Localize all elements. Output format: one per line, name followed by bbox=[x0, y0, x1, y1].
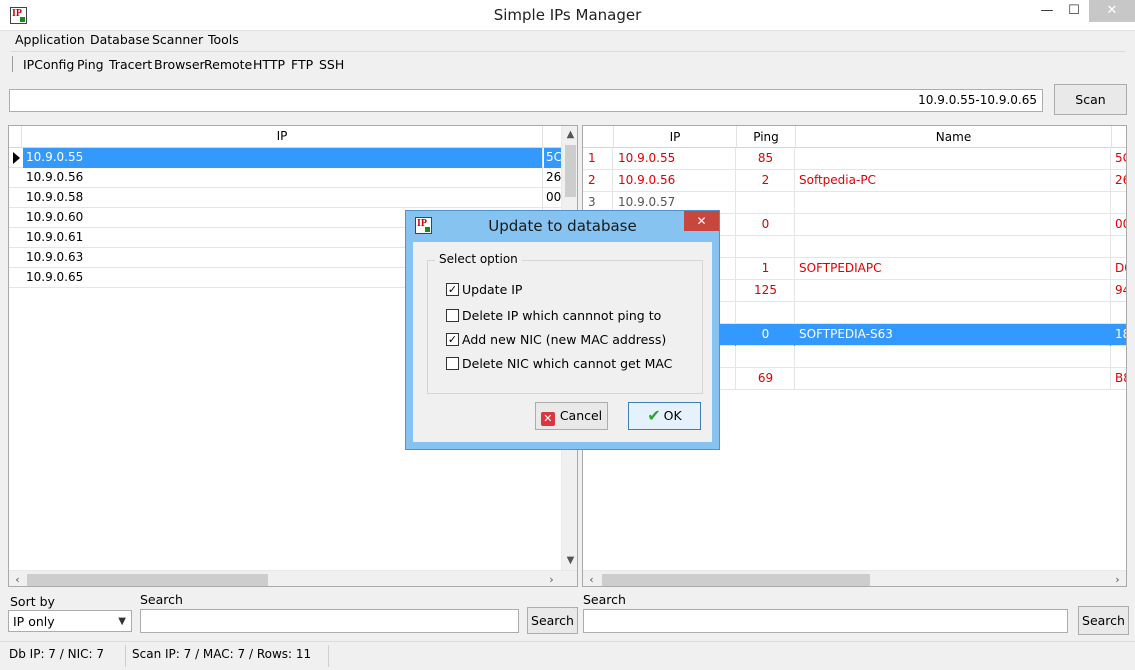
tool-ipconfig[interactable]: IPConfig bbox=[23, 57, 74, 72]
column-header-ping[interactable]: Ping bbox=[737, 126, 796, 148]
chevron-down-icon: ▼ bbox=[118, 616, 126, 627]
scroll-thumb[interactable] bbox=[27, 574, 268, 586]
search-label-right: Search bbox=[583, 592, 626, 607]
menu-database[interactable]: Database bbox=[90, 32, 150, 47]
minimize-button[interactable]: — bbox=[1033, 0, 1061, 24]
column-header-ip[interactable]: IP bbox=[614, 126, 737, 148]
menu-tools[interactable]: Tools bbox=[208, 32, 239, 47]
grid-header: IP Ping Name bbox=[583, 126, 1126, 148]
maximize-button[interactable]: ☐ bbox=[1060, 0, 1088, 24]
tool-http[interactable]: HTTP bbox=[253, 57, 285, 72]
scroll-right-icon[interactable]: › bbox=[1109, 571, 1126, 586]
row-indicator-icon bbox=[9, 148, 22, 168]
grid-header: IP bbox=[9, 126, 561, 148]
cell-ip: 10.9.0.55 bbox=[23, 148, 543, 168]
menu-application[interactable]: Application bbox=[15, 32, 85, 47]
scroll-left-icon[interactable]: ‹ bbox=[9, 571, 26, 586]
table-row[interactable]: 10.9.0.55 5C bbox=[9, 148, 561, 168]
menu-divider bbox=[10, 51, 1125, 52]
scroll-thumb[interactable] bbox=[602, 574, 870, 586]
tool-remote[interactable]: Remote bbox=[204, 57, 252, 72]
column-header-ip[interactable]: IP bbox=[22, 126, 543, 148]
dialog-body: Select option ✓ Update IP Delete IP whic… bbox=[413, 242, 712, 442]
cancel-icon: ✕ bbox=[540, 412, 555, 426]
status-bar: Db IP: 7 / NIC: 7 Scan IP: 7 / MAC: 7 / … bbox=[0, 641, 1135, 670]
sort-by-label: Sort by bbox=[10, 594, 55, 609]
cell-extra: 26 bbox=[546, 170, 561, 184]
search-input-left[interactable] bbox=[140, 609, 519, 633]
search-label-left: Search bbox=[140, 592, 183, 607]
cell-extra: 00 bbox=[546, 190, 561, 204]
status-scan-count: Scan IP: 7 / MAC: 7 / Rows: 11 bbox=[132, 647, 312, 661]
window-title: Simple IPs Manager bbox=[493, 6, 642, 24]
status-db-count: Db IP: 7 / NIC: 7 bbox=[9, 647, 104, 661]
search-button-left[interactable]: Search bbox=[527, 607, 578, 634]
checkmark-icon: ✔ bbox=[647, 406, 661, 425]
tool-ssh[interactable]: SSH bbox=[319, 57, 344, 72]
scroll-left-icon[interactable]: ‹ bbox=[583, 571, 600, 586]
table-row[interactable]: 10.9.0.58 00 bbox=[9, 188, 561, 208]
table-row[interactable]: 210.9.0.562Softpedia-PC26 bbox=[583, 170, 1126, 192]
tool-ping[interactable]: Ping bbox=[77, 57, 104, 72]
dialog-close-button[interactable]: ✕ bbox=[684, 211, 719, 231]
table-row[interactable]: 10.9.0.56 26 bbox=[9, 168, 561, 188]
cell-extra: 5C bbox=[544, 148, 561, 168]
option-group-label: Select option bbox=[435, 252, 522, 266]
update-database-dialog: IP Update to database ✕ Select option ✓ … bbox=[405, 210, 720, 450]
scroll-down-icon[interactable]: ▼ bbox=[562, 552, 577, 569]
toolbar-grip bbox=[12, 56, 13, 72]
search-input-right[interactable] bbox=[583, 609, 1068, 633]
tool-ftp[interactable]: FTP bbox=[291, 57, 313, 72]
option-group bbox=[427, 260, 703, 394]
scroll-up-icon[interactable]: ▲ bbox=[562, 126, 577, 143]
tool-browser[interactable]: Browser bbox=[154, 57, 205, 72]
horizontal-scrollbar[interactable]: ‹ › bbox=[9, 570, 577, 586]
sort-by-select[interactable]: IP only ▼ bbox=[8, 610, 132, 632]
cell-ip: 10.9.0.56 bbox=[23, 168, 543, 188]
column-header-name[interactable]: Name bbox=[796, 126, 1112, 148]
ok-button[interactable]: ✔ OK bbox=[628, 402, 701, 430]
checkbox-checked-icon: ✓ bbox=[446, 333, 459, 346]
scroll-thumb[interactable] bbox=[565, 145, 576, 197]
tool-tracert[interactable]: Tracert bbox=[109, 57, 152, 72]
checkbox-checked-icon: ✓ bbox=[446, 283, 459, 296]
search-button-right[interactable]: Search bbox=[1078, 606, 1129, 635]
dialog-title: Update to database bbox=[488, 217, 637, 235]
cell-ip: 10.9.0.58 bbox=[23, 188, 543, 208]
horizontal-scrollbar[interactable]: ‹ › bbox=[583, 570, 1126, 586]
scroll-right-icon[interactable]: › bbox=[543, 571, 560, 586]
table-row[interactable]: 110.9.0.55855C bbox=[583, 148, 1126, 170]
cancel-button[interactable]: ✕ Cancel bbox=[535, 402, 608, 430]
scan-button[interactable]: Scan bbox=[1054, 84, 1127, 115]
menu-scanner[interactable]: Scanner bbox=[152, 32, 203, 47]
ip-range-input[interactable]: 10.9.0.55-10.9.0.65 bbox=[9, 89, 1043, 112]
close-button[interactable]: ✕ bbox=[1089, 0, 1135, 22]
sort-by-value: IP only bbox=[13, 614, 55, 629]
